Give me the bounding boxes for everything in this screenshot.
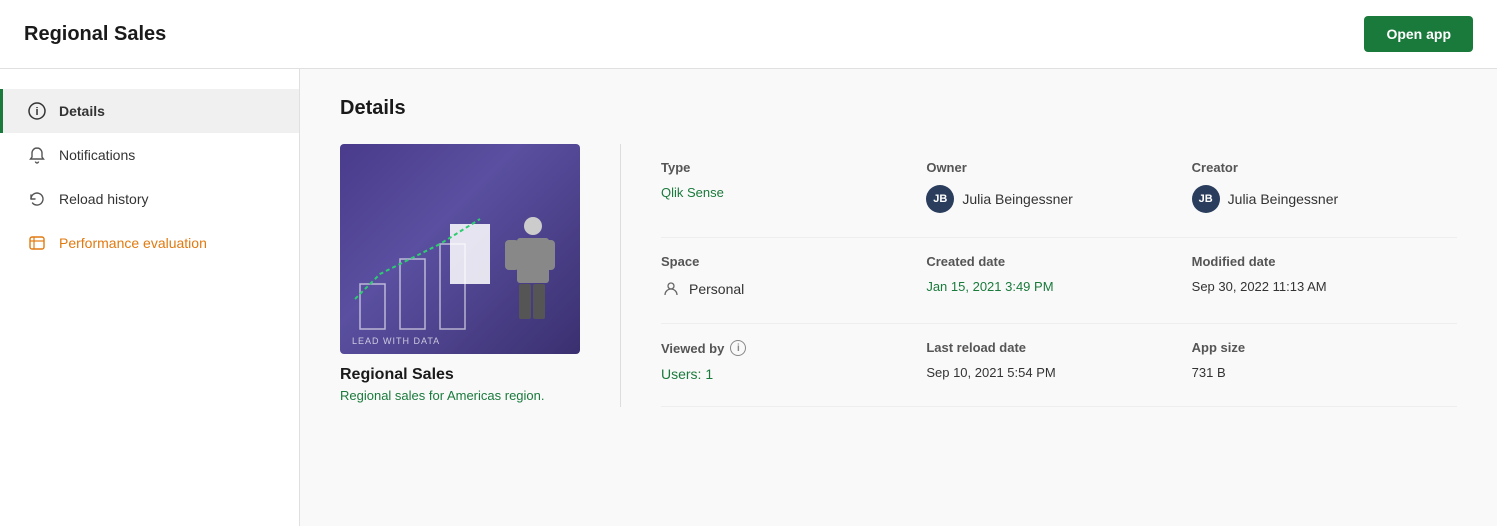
thumbnail-image: LEAD WITH DATA <box>340 144 580 354</box>
type-cell: Type Qlik Sense <box>661 144 926 238</box>
viewed-by-label: Viewed by i <box>661 340 926 356</box>
person-space-icon <box>661 279 681 299</box>
person-svg <box>495 214 565 334</box>
app-thumbnail: LEAD WITH DATA Regional Sales Regional s… <box>340 144 580 407</box>
owner-name: Julia Beingessner <box>962 191 1073 207</box>
details-info: Type Qlik Sense Owner JB Julia Beingessn… <box>620 144 1457 407</box>
last-reload-value: Sep 10, 2021 5:54 PM <box>926 365 1191 380</box>
info-circle-icon: i <box>730 340 746 356</box>
app-size-label: App size <box>1192 340 1457 355</box>
owner-cell: Owner JB Julia Beingessner <box>926 144 1191 238</box>
creator-avatar: JB <box>1192 185 1220 213</box>
info-icon: i <box>27 101 47 121</box>
creator-name: Julia Beingessner <box>1228 191 1339 207</box>
modified-date-cell: Modified date Sep 30, 2022 11:13 AM <box>1192 238 1457 324</box>
svg-text:i: i <box>35 106 38 118</box>
details-body: LEAD WITH DATA Regional Sales Regional s… <box>340 144 1457 407</box>
sidebar-item-reload-history-label: Reload history <box>59 191 149 207</box>
bell-icon <box>27 145 47 165</box>
sidebar: i Details Notifications Reload history <box>0 69 300 526</box>
section-title: Details <box>340 97 1457 120</box>
app-size-cell: App size 731 B <box>1192 324 1457 407</box>
last-reload-label: Last reload date <box>926 340 1191 355</box>
history-icon <box>27 189 47 209</box>
app-name: Regional Sales <box>340 366 580 384</box>
main-layout: i Details Notifications Reload history <box>0 69 1497 526</box>
sidebar-item-details-label: Details <box>59 103 105 119</box>
modified-date-label: Modified date <box>1192 254 1457 269</box>
last-reload-cell: Last reload date Sep 10, 2021 5:54 PM <box>926 324 1191 407</box>
owner-label: Owner <box>926 160 1191 175</box>
main-content: Details <box>300 69 1497 526</box>
creator-label: Creator <box>1192 160 1457 175</box>
sidebar-item-performance-evaluation[interactable]: Performance evaluation <box>0 221 299 265</box>
owner-avatar: JB <box>926 185 954 213</box>
created-date-label: Created date <box>926 254 1191 269</box>
creator-value: JB Julia Beingessner <box>1192 185 1457 213</box>
app-size-value: 731 B <box>1192 365 1457 380</box>
type-label: Type <box>661 160 926 175</box>
open-app-button[interactable]: Open app <box>1364 16 1473 52</box>
page-title: Regional Sales <box>24 23 166 46</box>
sidebar-item-notifications[interactable]: Notifications <box>0 133 299 177</box>
thumbnail-label: LEAD WITH DATA <box>352 336 440 346</box>
space-value: Personal <box>661 279 926 299</box>
top-bar: Regional Sales Open app <box>0 0 1497 69</box>
space-value-text: Personal <box>689 281 744 297</box>
creator-cell: Creator JB Julia Beingessner <box>1192 144 1457 238</box>
sidebar-item-notifications-label: Notifications <box>59 147 135 163</box>
owner-value: JB Julia Beingessner <box>926 185 1191 213</box>
users-value: Users: 1 <box>661 366 926 382</box>
app-description: Regional sales for Americas region. <box>340 388 580 403</box>
created-date-cell: Created date Jan 15, 2021 3:49 PM <box>926 238 1191 324</box>
modified-date-value: Sep 30, 2022 11:13 AM <box>1192 279 1457 294</box>
created-date-value: Jan 15, 2021 3:49 PM <box>926 279 1191 294</box>
viewed-by-cell: Viewed by i Users: 1 <box>661 324 926 407</box>
gauge-icon <box>27 233 47 253</box>
type-value[interactable]: Qlik Sense <box>661 185 926 200</box>
sidebar-item-reload-history[interactable]: Reload history <box>0 177 299 221</box>
sidebar-item-performance-label: Performance evaluation <box>59 235 207 251</box>
sidebar-item-details[interactable]: i Details <box>0 89 299 133</box>
chart-svg <box>350 204 510 334</box>
space-label: Space <box>661 254 926 269</box>
space-cell: Space Personal <box>661 238 926 324</box>
